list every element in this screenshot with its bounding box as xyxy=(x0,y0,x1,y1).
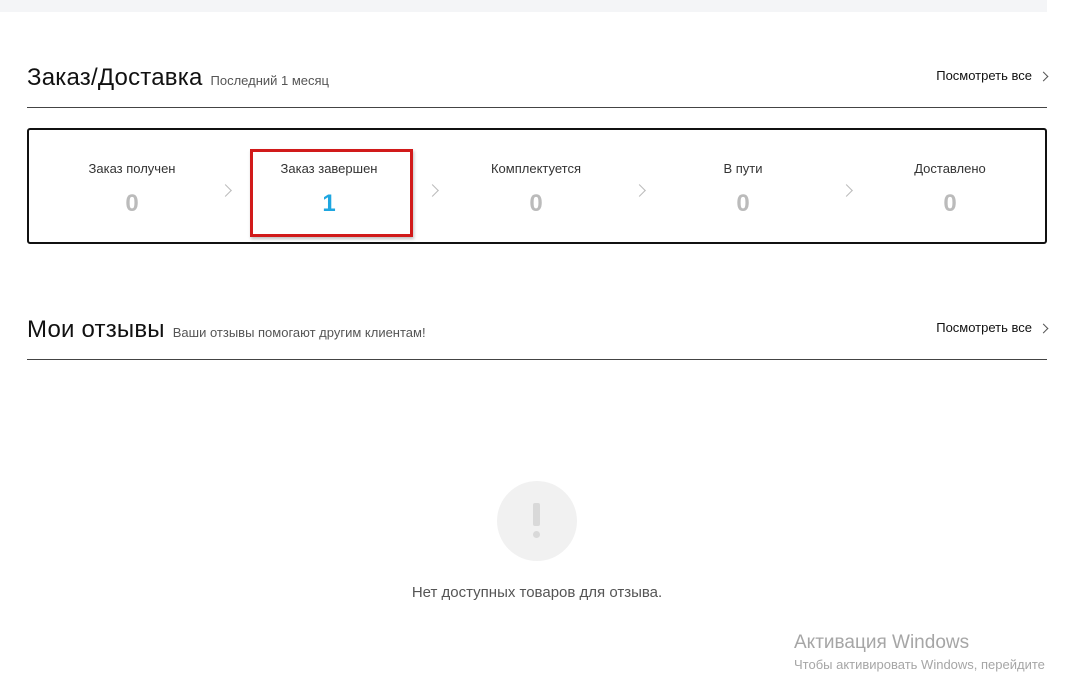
exclamation-bar xyxy=(533,503,540,526)
step-in-transit[interactable]: В пути 0 xyxy=(640,130,846,242)
orders-section-header: Заказ/Доставка Последний 1 месяц Посмотре… xyxy=(27,56,1049,108)
reviews-title-text: Мои отзывы xyxy=(27,316,165,343)
step-delivered[interactable]: Доставлено 0 xyxy=(847,130,1053,242)
orders-title-text: Заказ/Доставка xyxy=(27,64,203,91)
step-order-received[interactable]: Заказ получен 0 xyxy=(29,130,235,242)
orders-view-all-link[interactable]: Посмотреть все xyxy=(936,68,1049,83)
step-packing[interactable]: Комплектуется 0 xyxy=(433,130,639,242)
reviews-section-header: Мои отзывы Ваши отзывы помогают другим кл… xyxy=(27,308,1049,360)
top-band xyxy=(0,0,1047,12)
step-label: В пути xyxy=(723,161,763,176)
orders-title: Заказ/Доставка Последний 1 месяц xyxy=(27,64,329,92)
step-label: Заказ завершен xyxy=(280,161,378,176)
step-count: 1 xyxy=(322,190,336,217)
step-count: 0 xyxy=(943,190,957,217)
reviews-view-all-link[interactable]: Посмотреть все xyxy=(936,320,1049,335)
step-count: 0 xyxy=(736,190,750,217)
step-label: Заказ получен xyxy=(88,161,176,176)
step-label: Комплектуется xyxy=(490,161,582,176)
chevron-right-icon xyxy=(1038,71,1049,81)
step-count: 0 xyxy=(529,190,543,217)
step-label: Доставлено xyxy=(914,161,986,176)
exclamation-dot xyxy=(533,531,540,538)
chevron-right-icon xyxy=(1038,323,1049,333)
orders-subtitle: Последний 1 месяц xyxy=(210,73,330,88)
reviews-view-all-label: Посмотреть все xyxy=(936,320,1032,335)
step-count: 0 xyxy=(125,190,139,217)
windows-activation-title: Активация Windows xyxy=(794,632,970,653)
reviews-title: Мои отзывы Ваши отзывы помогают другим кл… xyxy=(27,316,426,344)
reviews-subtitle: Ваши отзывы помогают другим клиентам! xyxy=(172,325,426,340)
step-order-completed[interactable]: Заказ завершен 1 xyxy=(226,130,432,242)
windows-activation-subtitle: Чтобы активировать Windows, перейдите xyxy=(794,657,1045,672)
exclamation-icon xyxy=(497,481,577,561)
reviews-empty-message: Нет доступных товаров для отзыва. xyxy=(411,584,663,601)
order-status-steps: Заказ получен 0 Заказ завершен 1 Комплек… xyxy=(27,128,1047,244)
orders-view-all-label: Посмотреть все xyxy=(936,68,1032,83)
